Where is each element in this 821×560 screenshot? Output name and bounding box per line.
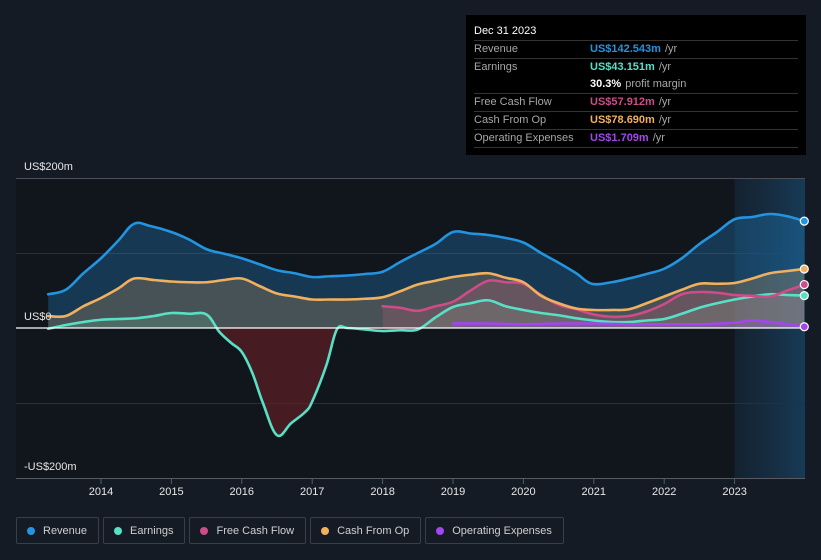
tooltip-label	[474, 76, 590, 93]
x-tick-label: 2021	[582, 486, 606, 498]
x-tick-label: 2023	[722, 486, 746, 498]
tooltip-row-free-cash-flow: Free Cash Flow US$57.912m /yr	[474, 93, 798, 111]
legend-label: Operating Expenses	[452, 524, 552, 537]
legend-dot-icon	[27, 526, 35, 535]
endpoint-earnings	[799, 291, 809, 301]
endpoint-cash-from-op	[799, 264, 809, 274]
legend-dot-icon	[200, 526, 209, 535]
tooltip-label: Cash From Op	[474, 114, 547, 126]
tooltip-label: Operating Expenses	[474, 132, 574, 144]
x-axis-ticks: 2014 2015 2016 2017 2018 2019 2020 2021 2022 2023	[89, 479, 747, 498]
legend-dot-icon	[114, 526, 123, 535]
tooltip-row-operating-expenses: Operating Expenses US$1.709m /yr	[474, 129, 798, 147]
y-tick-label-zero: US$0	[24, 311, 52, 323]
endpoint-operating-expenses	[799, 322, 809, 332]
tooltip-unit: /yr	[658, 96, 672, 108]
legend-item-earnings[interactable]: Earnings	[103, 517, 186, 544]
x-tick-label: 2015	[159, 486, 183, 498]
legend-label: Free Cash Flow	[216, 524, 295, 537]
legend-item-operating-expenses[interactable]: Operating Expenses	[425, 517, 564, 544]
x-tick-label: 2017	[300, 486, 324, 498]
tooltip-row-earnings: Earnings US$43.151m /yr	[474, 58, 798, 76]
tooltip-panel: Dec 31 2023 Revenue US$142.543m /yr Earn…	[466, 15, 806, 155]
x-tick-label: 2022	[652, 486, 676, 498]
legend-dot-icon	[436, 526, 445, 535]
tooltip-unit: /yr	[658, 114, 672, 126]
tooltip-divider	[474, 147, 798, 148]
tooltip-label: Earnings	[474, 61, 518, 73]
tooltip-row-revenue: Revenue US$142.543m /yr	[474, 40, 798, 58]
legend-label: Earnings	[130, 524, 174, 537]
tooltip-label: Revenue	[474, 43, 519, 55]
tooltip-unit: /yr	[664, 43, 678, 55]
tooltip-label: Free Cash Flow	[474, 96, 552, 108]
tooltip-row-cash-from-op: Cash From Op US$78.690m /yr	[474, 111, 798, 129]
tooltip-value: US$142.543m	[590, 43, 661, 55]
tooltip-unit: /yr	[652, 132, 665, 144]
tooltip-value: US$43.151m	[590, 61, 655, 73]
legend-item-free-cash-flow[interactable]: Free Cash Flow	[189, 517, 307, 544]
tooltip-value: US$78.690m	[590, 114, 655, 126]
legend-label: Revenue	[43, 524, 88, 537]
x-tick-label: 2016	[230, 486, 254, 498]
tooltip-value: US$57.912m	[590, 96, 655, 108]
legend-dot-icon	[321, 526, 330, 535]
tooltip-row-profit-margin: 30.3% profit margin	[474, 76, 798, 93]
tooltip-value: US$1.709m	[590, 132, 649, 144]
endpoint-revenue	[799, 216, 809, 226]
tooltip-unit: profit margin	[625, 78, 687, 90]
legend-item-revenue[interactable]: Revenue	[16, 517, 100, 544]
endpoint-free-cash-flow	[799, 279, 809, 290]
tooltip-unit: /yr	[658, 61, 672, 73]
tooltip-value: 30.3%	[590, 78, 622, 90]
x-tick-label: 2020	[511, 486, 535, 498]
x-tick-label: 2019	[441, 486, 465, 498]
legend-item-cash-from-op[interactable]: Cash From Op	[310, 517, 422, 544]
y-tick-label-bottom: -US$200m	[24, 461, 77, 473]
legend-label: Cash From Op	[337, 524, 410, 537]
x-tick-label: 2018	[370, 486, 394, 498]
legend: Revenue Earnings Free Cash Flow Cash Fro…	[16, 517, 564, 544]
y-tick-label-top: US$200m	[24, 161, 73, 173]
x-tick-label: 2014	[89, 486, 113, 498]
tooltip-date: Dec 31 2023	[474, 25, 537, 37]
